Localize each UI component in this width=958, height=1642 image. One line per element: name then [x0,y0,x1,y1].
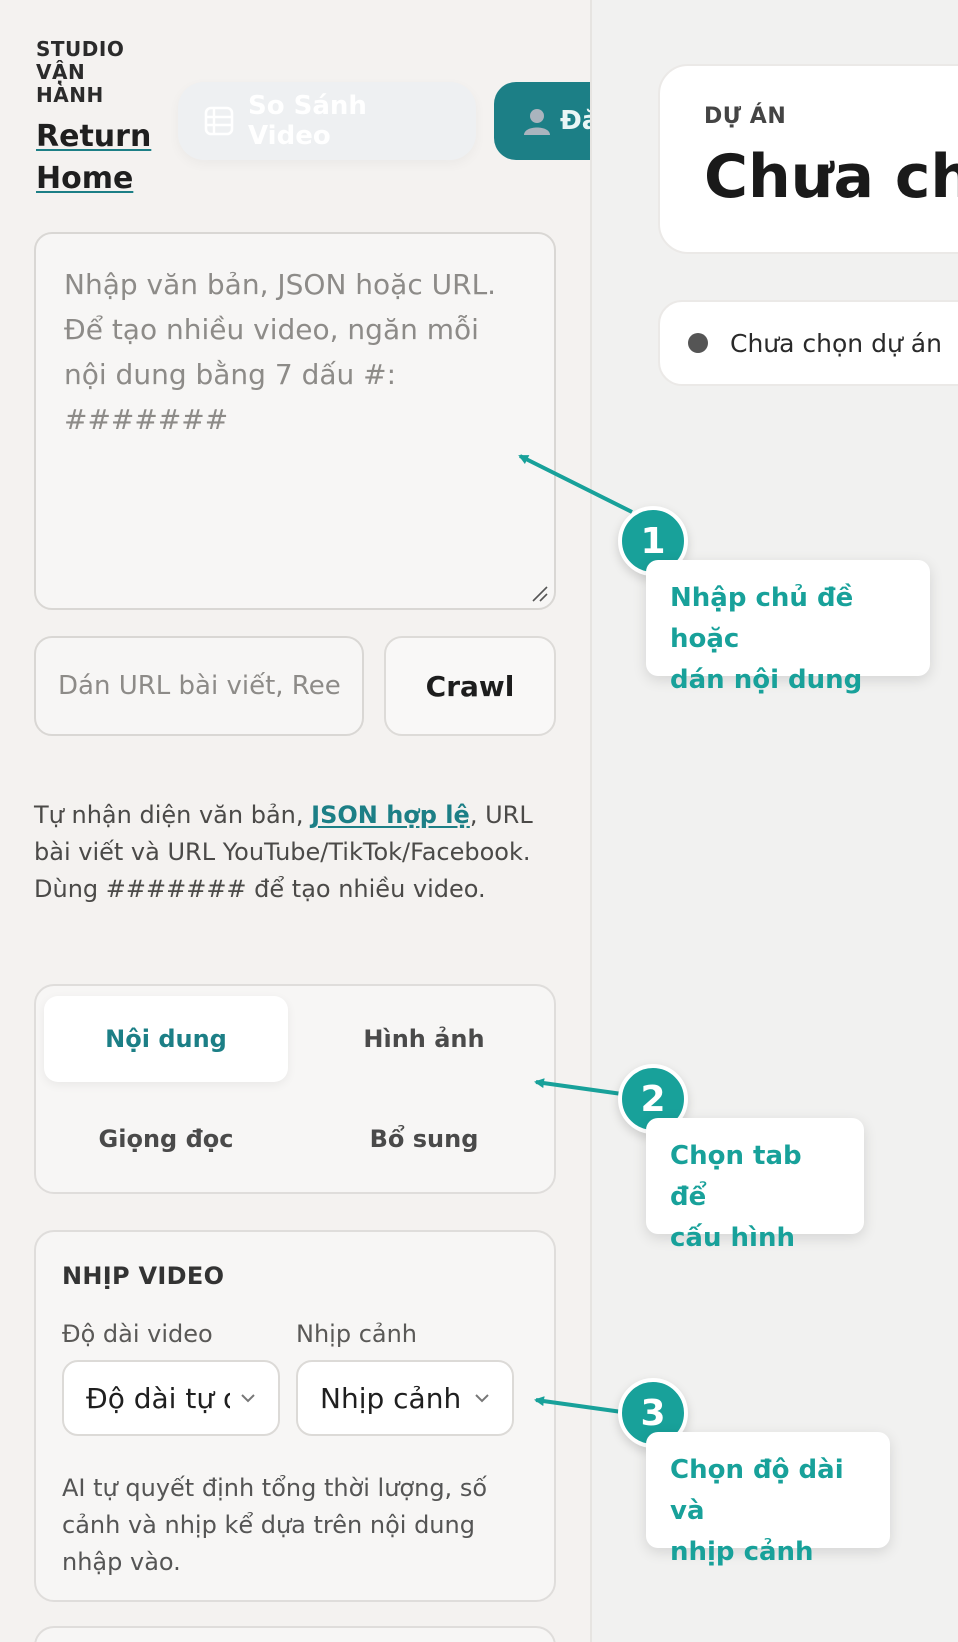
pace-label: Nhịp cảnh [296,1320,418,1348]
placeholder-line: Nhập văn bản, JSON hoặc URL. [64,268,497,301]
return-home-link[interactable]: Return Home [36,116,166,200]
brand-line-2: VẬN [36,60,86,84]
compare-video-label: So Sánh Video [248,91,367,151]
resize-handle-icon[interactable] [530,584,548,602]
compare-video-button[interactable]: So Sánh Video [178,82,476,160]
length-select-value: Độ dài tự động [86,1381,230,1415]
project-card[interactable]: DỰ ÁN Chưa ch [658,64,958,254]
url-input[interactable]: Dán URL bài viết, Ree [34,636,364,736]
placeholder-line: Để tạo nhiều video, ngăn mỗi [64,313,479,346]
callout-2: Chọn tab để cấu hình [646,1118,864,1253]
status-dot-icon [688,333,708,353]
chevron-down-icon [241,1394,255,1403]
tab-voice[interactable]: Giọng đọc [44,1096,288,1182]
content-textarea[interactable]: Nhập văn bản, JSON hoặc URL. Để tạo nhiề… [34,232,556,610]
placeholder-line: nội dung bằng 7 dấu #: [64,358,397,391]
url-placeholder: Dán URL bài viết, Ree [58,671,341,701]
callout-3: Chọn độ dài và nhịp cảnh [646,1432,890,1567]
callout-line: nhịp cảnh [670,1537,814,1567]
pace-select[interactable]: Nhịp cảnh [296,1360,514,1436]
input-help-text: Tự nhận diện văn bản, JSON hợp lệ, URL b… [34,797,554,908]
brand-line-3: HÀNH [36,83,104,107]
project-status-text: Chưa chọn dự án [730,328,942,358]
length-select[interactable]: Độ dài tự động [62,1360,280,1436]
rhythm-description: AI tự quyết định tổng thời lượng, số cản… [62,1474,488,1576]
tab-images[interactable]: Hình ảnh [302,996,546,1082]
user-action-button[interactable]: Đă [494,82,590,160]
json-valid-link[interactable]: JSON hợp lệ [311,801,470,829]
callout-line: Chọn độ dài và [670,1455,844,1526]
user-action-label: Đă [560,106,590,136]
project-name: Chưa ch [704,142,958,212]
tab-content[interactable]: Nội dung [44,996,288,1082]
callout-line: Nhập chủ đề hoặc [670,583,854,654]
section-title: NHỊP VIDEO [62,1262,225,1290]
callout-line: dán nội dung [670,665,863,695]
brand-title: STUDIO VẬN HÀNH [36,38,146,107]
video-rhythm-card: NHỊP VIDEO Độ dài video Nhịp cảnh Độ dài… [34,1230,556,1602]
crawl-button[interactable]: Crawl [384,636,556,736]
callout-1: Nhập chủ đề hoặc dán nội dung [646,560,930,695]
pace-select-value: Nhịp cảnh [320,1381,462,1415]
user-icon [524,109,550,135]
next-section-card [34,1626,556,1642]
project-status[interactable]: Chưa chọn dự án [658,300,958,386]
chevron-down-icon [475,1394,489,1403]
project-label: DỰ ÁN [704,104,787,129]
placeholder-line: ####### [64,403,229,436]
callout-line: Chọn tab để [670,1141,802,1212]
config-tabs: Nội dung Hình ảnh Giọng đọc Bổ sung [34,984,556,1194]
film-grid-icon [204,106,234,136]
brand-line-1: STUDIO [36,37,125,61]
help-text-start: Tự nhận diện văn bản, [34,801,312,829]
callout-line: cấu hình [670,1223,795,1253]
length-label: Độ dài video [62,1320,213,1348]
sidebar: STUDIO VẬN HÀNH Return Home So Sánh Vide… [0,0,590,1642]
tab-extras[interactable]: Bổ sung [302,1096,546,1182]
